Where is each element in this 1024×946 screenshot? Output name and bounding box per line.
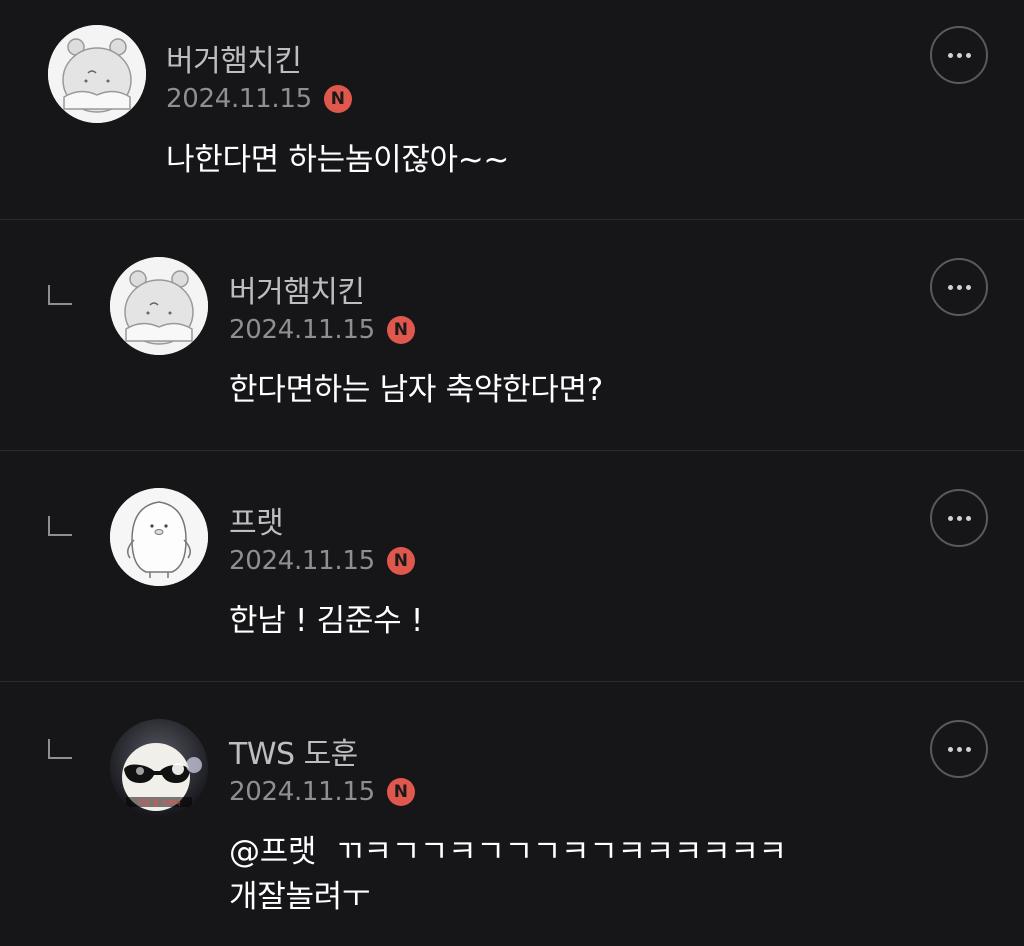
reply-comment-item: 버거햄치킨 2024.11.15 N 한다면하는 남자 축약한다면? <box>0 220 1024 451</box>
comment-text: @프랫 ㄲㅋㄱㄱㅋㄱㄱㄱㅋㄱㅋㅋㅋㅋㅋㅋ 개잘놀려ㅜ <box>229 830 787 920</box>
penguin-avatar-icon[interactable] <box>110 488 208 586</box>
more-dot <box>947 284 953 290</box>
comment-meta: 2024.11.15 N <box>229 315 415 345</box>
more-dot <box>947 515 953 521</box>
comment-nickname[interactable]: 버거햄치킨 <box>166 36 302 80</box>
reply-comment-item: 모든 걸 가져다 TWS 도훈 2024.11.15 N @프랫 ㄲㅋㄱㄱㅋㄱㄱ… <box>0 682 1024 946</box>
more-dot <box>956 515 962 521</box>
avatar-caption: 모든 걸 가져다 <box>137 798 181 807</box>
more-dot <box>956 746 962 752</box>
comment-meta: 2024.11.15 N <box>229 777 415 807</box>
more-dot <box>965 746 971 752</box>
reply-indicator-icon <box>48 739 72 759</box>
hamster-avatar-icon[interactable] <box>48 25 146 123</box>
reply-indicator-icon <box>48 516 72 536</box>
comment-date: 2024.11.15 <box>229 777 375 807</box>
comment-text-line: @프랫 ㄲㅋㄱㄱㅋㄱㄱㄱㅋㄱㅋㅋㅋㅋㅋㅋ <box>229 834 787 870</box>
comment-meta: 2024.11.15 N <box>166 84 352 114</box>
comment-nickname[interactable]: TWS 도훈 <box>229 729 358 773</box>
comment-nickname[interactable]: 버거햄치킨 <box>229 267 365 311</box>
hamster-avatar-icon[interactable] <box>110 257 208 355</box>
more-dot <box>965 52 971 58</box>
comment-date: 2024.11.15 <box>229 546 375 576</box>
comment-meta: 2024.11.15 N <box>229 546 415 576</box>
comment-text: 한다면하는 남자 축약한다면? <box>229 372 603 408</box>
more-dot <box>965 284 971 290</box>
more-options-button[interactable] <box>930 720 988 778</box>
more-dot <box>965 515 971 521</box>
new-badge: N <box>386 547 415 575</box>
comment-item: 버거햄치킨 2024.11.15 N 나한다면 하는놈이잖아~~ <box>0 0 1024 220</box>
comment-nickname[interactable]: 프랫 <box>229 498 284 542</box>
sunglasses-avatar-icon[interactable]: 모든 걸 가져다 <box>110 719 208 817</box>
more-dot <box>947 52 953 58</box>
comment-text: 나한다면 하는놈이잖아~~ <box>166 142 510 178</box>
comment-date: 2024.11.15 <box>166 84 312 114</box>
more-dot <box>956 52 962 58</box>
new-badge: N <box>386 778 415 806</box>
comment-date: 2024.11.15 <box>229 315 375 345</box>
reply-comment-item: 프랫 2024.11.15 N 한남 ! 김준수 ! <box>0 451 1024 682</box>
new-badge: N <box>323 85 352 113</box>
reply-indicator-icon <box>48 285 72 305</box>
new-badge: N <box>386 316 415 344</box>
comment-text-line: 개잘놀려ㅜ <box>229 879 371 915</box>
more-options-button[interactable] <box>930 258 988 316</box>
more-options-button[interactable] <box>930 489 988 547</box>
comment-text: 한남 ! 김준수 ! <box>229 603 424 639</box>
more-dot <box>956 284 962 290</box>
more-options-button[interactable] <box>930 26 988 84</box>
more-dot <box>947 746 953 752</box>
